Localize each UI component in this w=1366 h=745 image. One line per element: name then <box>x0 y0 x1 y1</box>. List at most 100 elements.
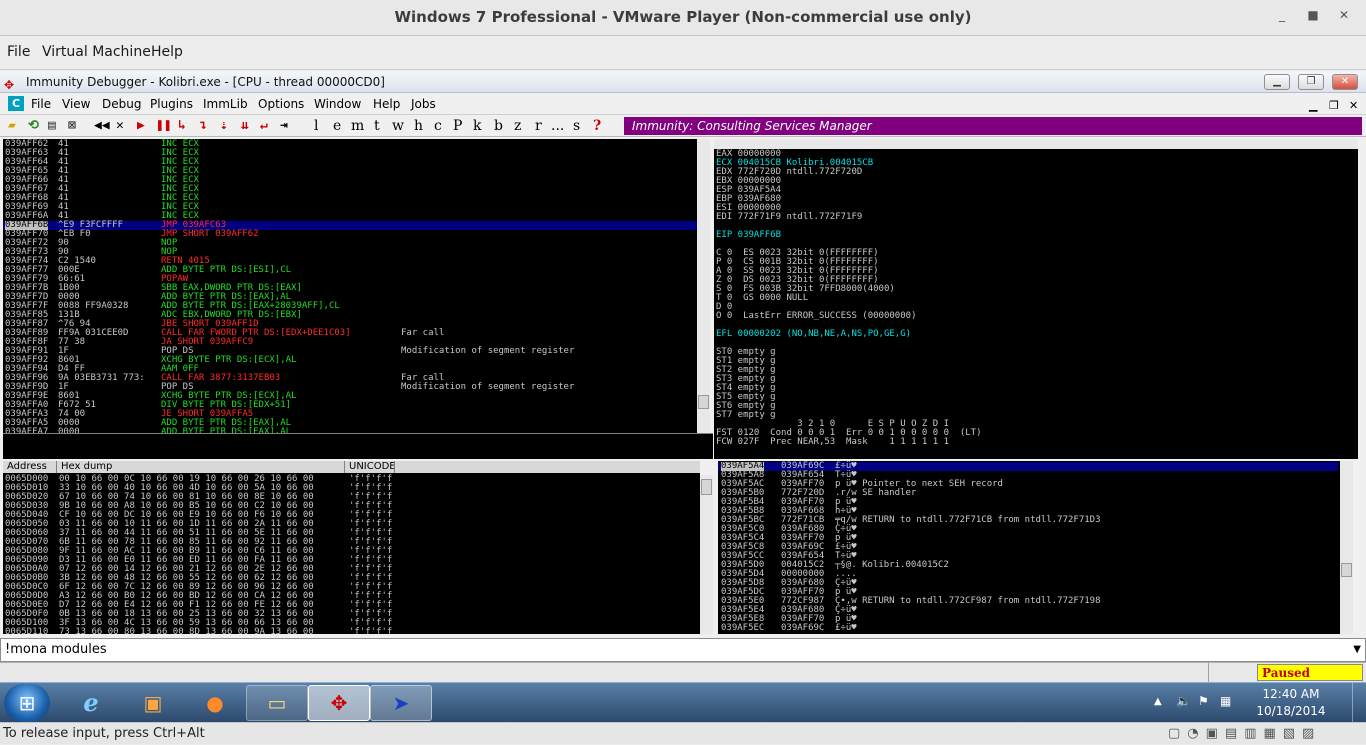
disassembly-scrollbar[interactable] <box>697 139 710 433</box>
kolibri-taskbar-icon[interactable]: ➤ <box>370 685 432 721</box>
stack-scrollbar[interactable] <box>1340 461 1353 634</box>
disasm-row[interactable]: 039AFF67 41 INC ECX <box>3 185 697 194</box>
menu-options[interactable]: Options <box>258 93 304 115</box>
debugger-restore-icon[interactable]: ❐ <box>1298 74 1324 90</box>
disasm-row[interactable]: 039AFFA0 F672 51 DIV BYTE PTR DS:[EDX+51] <box>3 401 697 410</box>
disasm-row[interactable]: 039AFF9D 1F POP DS Modification of segment … <box>3 383 697 392</box>
step-over-icon[interactable]: ↴ <box>199 115 207 137</box>
toolbar-source-button[interactable]: s <box>573 115 580 137</box>
menu-immlib[interactable]: ImmLib <box>203 93 248 115</box>
trace-into-icon[interactable]: ⇣ <box>220 115 228 137</box>
toolbar-cpu-button[interactable]: c <box>434 115 442 137</box>
minimize-icon[interactable]: _ <box>1272 8 1292 22</box>
disasm-row[interactable]: 039AFF7B 1B00 SBB EAX,DWORD PTR DS:[EAX] <box>3 284 697 293</box>
dump-header-address[interactable]: Address <box>3 461 57 473</box>
disasm-row[interactable]: 039AFF85 131B ADC EBX,DWORD PTR DS:[EBX] <box>3 311 697 320</box>
command-bar[interactable]: !mona modules ▼ <box>0 638 1366 662</box>
menu-plugins[interactable]: Plugins <box>150 93 193 115</box>
disasm-row[interactable]: 039AFF70 ^EB F0 JMP SHORT 039AFF62 <box>3 230 697 239</box>
disassembly-pane[interactable]: 039AFF62 41 INC ECX 039AFF63 41 INC ECX 039AFF… <box>3 139 697 433</box>
close-process-icon[interactable]: ✕ <box>116 115 124 137</box>
command-input[interactable]: !mona modules <box>5 642 107 657</box>
disasm-row[interactable]: 039AFFA5 0000 ADD BYTE PTR DS:[EAX],AL <box>3 419 697 428</box>
dump-pane[interactable]: Address Hex dump UNICODE 0065D000 00 10 6… <box>3 461 700 634</box>
menu-view[interactable]: View <box>62 93 90 115</box>
maximize-icon[interactable]: ■ <box>1303 8 1323 22</box>
toolbar-memory-button[interactable]: m <box>351 115 364 137</box>
disasm-row[interactable]: 039AFF7F 0088 FF9A0328 ADD BYTE PTR DS:[EA… <box>3 302 697 311</box>
disasm-row[interactable]: 039AFF72 90 NOP <box>3 239 697 248</box>
firefox-icon[interactable]: ● <box>184 685 246 721</box>
run-icon[interactable]: ▶ <box>137 115 145 137</box>
toolbar-handles-button[interactable]: h <box>414 115 423 137</box>
toolbar-references-button[interactable]: r <box>535 115 542 137</box>
device-status-icons[interactable]: ▢◔▣▤▥▦▧▨ <box>1168 723 1321 745</box>
disasm-row[interactable]: 039AFF79 66:61 POPAW <box>3 275 697 284</box>
pause-icon[interactable]: ❚❚ <box>156 115 172 137</box>
disasm-row[interactable]: 039AFF6B ^E9 F3FCFFFF JMP 039AFC63 <box>3 221 697 230</box>
volume-icon[interactable]: 🔈 <box>1176 693 1191 709</box>
dump-header-hex[interactable]: Hex dump <box>57 461 345 473</box>
menu-virtual-machine[interactable]: Virtual Machine <box>42 36 151 68</box>
command-dropdown-icon[interactable]: ▼ <box>1353 639 1361 661</box>
menu-help[interactable]: Help <box>373 93 400 115</box>
immunity-debugger-taskbar-icon[interactable]: ✥ <box>308 685 370 721</box>
clock-time[interactable]: 12:40 AM <box>1256 686 1326 702</box>
open-icon[interactable]: ▰ <box>8 115 16 137</box>
debugger-close-icon[interactable]: ✕ <box>1332 74 1358 90</box>
toolbar-run-trace-button[interactable]: ... <box>551 115 564 137</box>
internet-explorer-icon[interactable]: ℯ <box>60 685 122 721</box>
rewind-icon[interactable]: ◀◀ <box>94 115 110 137</box>
disasm-row[interactable]: 039AFF64 41 INC ECX <box>3 158 697 167</box>
network-icon[interactable]: ▦ <box>1220 693 1231 709</box>
disasm-row[interactable]: 039AFF92 8601 XCHG BYTE PTR DS:[ECX],AL <box>3 356 697 365</box>
disasm-row[interactable]: 039AFF9E 8601 XCHG BYTE PTR DS:[ECX],AL <box>3 392 697 401</box>
disasm-row[interactable]: 039AFF62 41 INC ECX <box>3 140 697 149</box>
menu-file[interactable]: File <box>7 36 30 68</box>
media-player-icon[interactable]: ▣ <box>122 685 184 721</box>
restart-icon[interactable]: ⟲ <box>28 115 39 137</box>
toolbar-windows-button[interactable]: w <box>392 115 404 137</box>
go-to-icon[interactable]: ⇥ <box>280 115 288 137</box>
clock-date[interactable]: 10/18/2014 <box>1246 703 1336 719</box>
menu-window[interactable]: Window <box>314 93 361 115</box>
stack-row[interactable]: 039AF5EC 039AF69C £÷ü♥ <box>718 624 1338 633</box>
disasm-row[interactable]: 039AFF63 41 INC ECX <box>3 149 697 158</box>
disassembly-scroll-thumb[interactable] <box>698 395 709 409</box>
disasm-row[interactable]: 039AFF89 FF9A 031CEE0D CALL FAR FWORD PTR … <box>3 329 697 338</box>
toolbar-hw-breakpoints-button[interactable]: z <box>514 115 521 137</box>
patches-icon[interactable]: ⊠ <box>68 115 76 137</box>
disasm-row[interactable]: 039AFF77 000E ADD BYTE PTR DS:[ESI],CL <box>3 266 697 275</box>
disasm-row[interactable]: 039AFF8F 77 38 JA SHORT 039AFFC9 <box>3 338 697 347</box>
toolbar-threads-button[interactable]: t <box>374 115 380 137</box>
show-desktop-button[interactable] <box>1352 683 1366 723</box>
toolbar-log-button[interactable]: l <box>314 115 318 137</box>
debugger-minimize-icon[interactable]: ▁ <box>1264 74 1290 90</box>
registers-pane[interactable]: Registers (FPU) ‹‹‹‹‹‹‹‹‹‹‹‹‹‹ EAX 00000… <box>714 139 1358 459</box>
consulting-banner[interactable]: Immunity: Consulting Services Manager <box>624 117 1362 135</box>
step-into-icon[interactable]: ↳ <box>178 115 186 137</box>
disasm-row[interactable]: 039AFF65 41 INC ECX <box>3 167 697 176</box>
child-restore-icon[interactable]: ❐ <box>1329 95 1339 117</box>
toolbar-callstack-button[interactable]: k <box>473 115 481 137</box>
toolbar-patches-button[interactable]: P <box>453 115 462 137</box>
dump-header-unicode[interactable]: UNICODE <box>345 461 395 473</box>
dump-scrollbar[interactable] <box>700 475 713 634</box>
toolbar-help-button[interactable]: ? <box>593 115 601 137</box>
memory-icon[interactable]: ▤ <box>48 115 56 137</box>
explorer-icon[interactable]: ▭ <box>246 685 308 721</box>
disasm-row[interactable]: 039AFF66 41 INC ECX <box>3 176 697 185</box>
close-icon[interactable]: ✕ <box>1334 8 1354 22</box>
disasm-row[interactable]: 039AFF69 41 INC ECX <box>3 203 697 212</box>
stack-scroll-thumb[interactable] <box>1341 563 1352 577</box>
menu-help[interactable]: Help <box>151 36 183 68</box>
execute-till-return-icon[interactable]: ↵ <box>260 115 268 137</box>
toolbar-breakpoints-button[interactable]: b <box>494 115 503 137</box>
toolbar-modules-button[interactable]: e <box>333 115 341 137</box>
disasm-row[interactable]: 039AFF91 1F POP DS Modification of segment … <box>3 347 697 356</box>
disasm-row[interactable]: 039AFF73 90 NOP <box>3 248 697 257</box>
stack-pane[interactable]: 039AF5A4 039AF69C £÷ü♥ 039AF5A8 039AF654 T÷ü♥… <box>718 461 1340 634</box>
menu-jobs[interactable]: Jobs <box>411 93 436 115</box>
disasm-row[interactable]: 039AFF74 C2 1540 RETN 4015 <box>3 257 697 266</box>
disasm-row[interactable]: 039AFFA3 74 00 JE SHORT 039AFFA5 <box>3 410 697 419</box>
